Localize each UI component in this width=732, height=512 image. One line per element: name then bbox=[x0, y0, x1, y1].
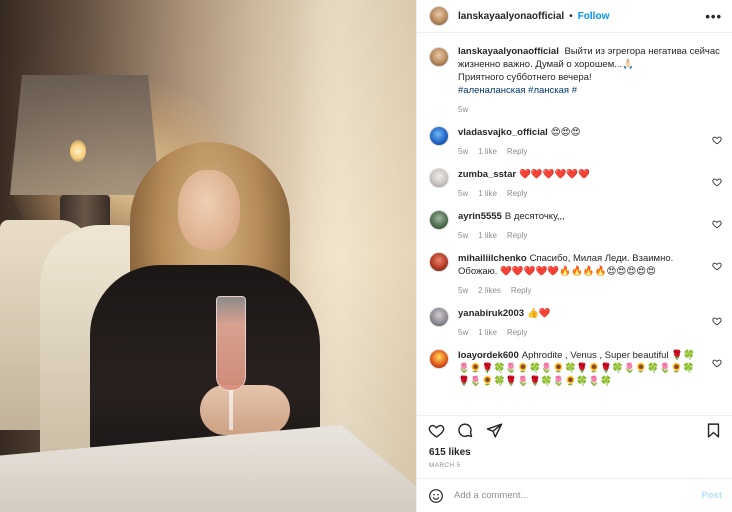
comment-likes[interactable]: 1 like bbox=[478, 229, 497, 242]
commenter-avatar[interactable] bbox=[429, 210, 449, 230]
author-avatar[interactable] bbox=[429, 6, 449, 26]
comment-time[interactable]: 5w bbox=[458, 284, 468, 297]
reply-button[interactable]: Reply bbox=[507, 229, 527, 242]
caption-body: lanskayaalyonaofficial Выйти из эгрегора… bbox=[458, 45, 722, 116]
comment-body: zumba_sstar ❤️❤️❤️❤️❤️❤️ 5w 1 like Reply bbox=[458, 168, 722, 200]
comment-item: yanabiruk2003 👍❤️ 5w 1 like Reply bbox=[429, 307, 722, 339]
follow-button[interactable]: Follow bbox=[578, 11, 610, 22]
comment-time[interactable]: 5w bbox=[458, 145, 468, 158]
photo-shade bbox=[0, 0, 416, 512]
caption-username[interactable]: lanskayaalyonaofficial bbox=[458, 46, 559, 57]
like-comment-heart-icon[interactable] bbox=[712, 316, 722, 326]
comment-body: yanabiruk2003 👍❤️ 5w 1 like Reply bbox=[458, 307, 722, 339]
like-comment-heart-icon[interactable] bbox=[712, 261, 722, 271]
comment-likes[interactable]: 1 like bbox=[478, 326, 497, 339]
share-icon[interactable] bbox=[486, 422, 503, 439]
reply-button[interactable]: Reply bbox=[511, 284, 531, 297]
comment-text: В десяточку,,, bbox=[504, 211, 565, 222]
comment-body: mihailiilchenko Спасибо, Милая Леди. Взаи… bbox=[458, 252, 722, 297]
post-photo[interactable] bbox=[0, 0, 416, 512]
comment-body: loayordek600 Aphrodite , Venus , Super be… bbox=[458, 349, 722, 388]
comment-text: ❤️❤️❤️❤️❤️❤️ bbox=[519, 169, 591, 180]
comment-text: 😍😍😍 bbox=[550, 127, 581, 138]
commenter-username[interactable]: yanabiruk2003 bbox=[458, 308, 524, 319]
like-comment-heart-icon[interactable] bbox=[712, 135, 722, 145]
commenter-avatar[interactable] bbox=[429, 168, 449, 188]
caption-meta: 5w bbox=[458, 103, 722, 116]
post-date[interactable]: MARCH 5 bbox=[417, 460, 732, 474]
comment-meta: 5w 1 like Reply bbox=[458, 229, 706, 242]
commenter-username[interactable]: vladasvajko_official bbox=[458, 127, 548, 138]
more-options-icon[interactable]: ••• bbox=[705, 9, 722, 24]
caption-hashtags[interactable]: #аленаланская #ланская # bbox=[458, 84, 722, 97]
post-comment-button[interactable]: Post bbox=[701, 490, 722, 501]
comment-item: zumba_sstar ❤️❤️❤️❤️❤️❤️ 5w 1 like Reply bbox=[429, 168, 722, 200]
commenter-avatar[interactable] bbox=[429, 126, 449, 146]
comment-meta: 5w 1 like Reply bbox=[458, 145, 706, 158]
comment-meta: 5w 2 likes Reply bbox=[458, 284, 706, 297]
comments-list[interactable]: lanskayaalyonaofficial Выйти из эгрегора… bbox=[417, 33, 732, 415]
comment-time[interactable]: 5w bbox=[458, 326, 468, 339]
caption-time[interactable]: 5w bbox=[458, 103, 468, 116]
reply-button[interactable]: Reply bbox=[507, 187, 527, 200]
comment-time[interactable]: 5w bbox=[458, 187, 468, 200]
comment-likes[interactable]: 1 like bbox=[478, 145, 497, 158]
commenter-username[interactable]: ayrin5555 bbox=[458, 211, 502, 222]
commenter-username[interactable]: loayordek600 bbox=[458, 350, 519, 361]
commenter-avatar[interactable] bbox=[429, 252, 449, 272]
likes-count[interactable]: 615 likes bbox=[417, 445, 732, 460]
bookmark-icon[interactable] bbox=[705, 422, 722, 439]
emoji-icon[interactable] bbox=[428, 488, 444, 504]
like-comment-heart-icon[interactable] bbox=[712, 358, 722, 368]
author-username[interactable]: lanskayaalyonaofficial bbox=[458, 11, 564, 22]
commenter-avatar[interactable] bbox=[429, 307, 449, 327]
commenter-username[interactable]: zumba_sstar bbox=[458, 169, 516, 180]
comment-body: ayrin5555 В десяточку,,, 5w 1 like Reply bbox=[458, 210, 722, 242]
post-view: lanskayaalyonaofficial • Follow ••• lans… bbox=[0, 0, 732, 512]
comment-time[interactable]: 5w bbox=[458, 229, 468, 242]
comment-icon[interactable] bbox=[457, 422, 474, 439]
comment-item: mihailiilchenko Спасибо, Милая Леди. Взаи… bbox=[429, 252, 722, 297]
comment-text: 👍❤️ bbox=[527, 308, 551, 319]
comment-item: vladasvajko_official 😍😍😍 5w 1 like Reply bbox=[429, 126, 722, 158]
post-actions bbox=[417, 415, 732, 445]
comment-meta: 5w 1 like Reply bbox=[458, 187, 706, 200]
post-header: lanskayaalyonaofficial • Follow ••• bbox=[417, 0, 732, 33]
comment-item: ayrin5555 В десяточку,,, 5w 1 like Reply bbox=[429, 210, 722, 242]
post-sidebar: lanskayaalyonaofficial • Follow ••• lans… bbox=[416, 0, 732, 512]
like-comment-heart-icon[interactable] bbox=[712, 177, 722, 187]
add-comment-bar: Post bbox=[417, 478, 732, 512]
comment-item: loayordek600 Aphrodite , Venus , Super be… bbox=[429, 349, 722, 388]
reply-button[interactable]: Reply bbox=[507, 145, 527, 158]
comment-meta: 5w 1 like Reply bbox=[458, 326, 706, 339]
caption-avatar[interactable] bbox=[429, 47, 449, 67]
caption-text-line2: Приятного субботнего вечера! bbox=[458, 72, 592, 83]
comment-body: vladasvajko_official 😍😍😍 5w 1 like Reply bbox=[458, 126, 722, 158]
like-comment-heart-icon[interactable] bbox=[712, 219, 722, 229]
heart-icon[interactable] bbox=[428, 422, 445, 439]
add-comment-input[interactable] bbox=[454, 490, 702, 501]
post-caption: lanskayaalyonaofficial Выйти из эгрегора… bbox=[429, 45, 722, 116]
comment-likes[interactable]: 2 likes bbox=[478, 284, 501, 297]
commenter-avatar[interactable] bbox=[429, 349, 449, 369]
reply-button[interactable]: Reply bbox=[507, 326, 527, 339]
commenter-username[interactable]: mihailiilchenko bbox=[458, 253, 527, 264]
comment-likes[interactable]: 1 like bbox=[478, 187, 497, 200]
separator-dot: • bbox=[569, 10, 573, 22]
